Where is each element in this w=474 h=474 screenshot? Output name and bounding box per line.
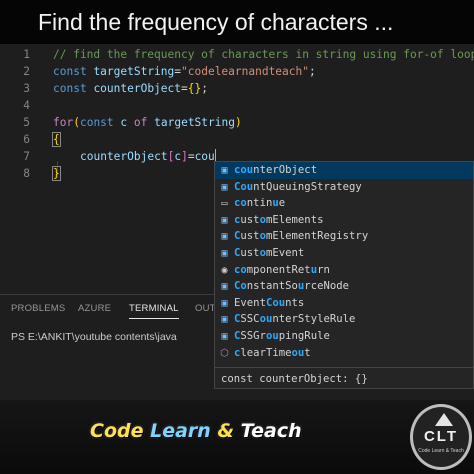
code-comment: // find the frequency of characters in s… [53,48,474,61]
variable-icon: ▣ [221,314,228,326]
suggestion-item[interactable]: ▣ CustomEvent [215,245,473,262]
operator: = [181,82,188,95]
suggestion-label: CSSGroupingRule [234,330,330,342]
function-icon: ⬡ [220,347,229,359]
keyword-icon: ▭ [221,198,228,210]
code-line-2[interactable]: 2 const targetString="codelearnandteach"… [0,63,474,80]
suggestion-item[interactable]: ▣ EventCounts [215,295,473,312]
code-line-6[interactable]: 6 { [0,131,474,148]
brace-close: } [52,166,61,181]
keyword-of: of [133,116,148,129]
logo-triangle-icon [435,413,453,426]
line-number: 2 [23,65,30,78]
logo-subtext: Code Learn & Teach [418,448,464,454]
tab-problems[interactable]: PROBLEMS [11,303,65,314]
suggestion-item[interactable]: ▣ CountQueuingStrategy [215,179,473,196]
variable-name: targetString [154,116,235,129]
operator: = [174,65,182,78]
suggestion-label: EventCounts [234,296,305,309]
variable-icon: ▣ [221,248,228,259]
suggestion-item[interactable]: ▣ CSSGroupingRule [215,328,473,345]
code-line-1[interactable]: 1 // find the frequency of characters in… [0,46,474,63]
line-number: 6 [23,133,30,146]
semicolon: ; [201,82,208,95]
suggestion-label: continue [234,197,286,210]
variable-icon: ▣ [221,214,228,226]
paren-close: ) [234,116,242,129]
suggestion-label: CountQueuingStrategy [234,180,362,193]
suggestion-label: CustomElementRegistry [234,230,369,243]
keyword-for: for [53,116,74,129]
brand-text: Code Learn & Teach [90,420,302,442]
line-number: 8 [23,167,30,180]
line-number: 1 [23,48,30,61]
suggestion-item[interactable]: ▭ continue [215,195,473,212]
keyword-const: const [79,116,114,129]
code-line-3[interactable]: 3 const counterObject={}; [0,80,474,97]
terminal-prompt[interactable]: PS E:\ANKIT\youtube contents\java [11,331,177,343]
suggestion-label: counterObject [234,164,318,176]
brand-word-learn: Learn [150,420,211,442]
suggestion-item[interactable]: ▣ CustomElementRegistry [215,228,473,245]
object-literal: {} [187,82,202,95]
variable-icon: ▣ [221,281,228,293]
suggestion-item[interactable]: ▣ customElements [215,212,473,229]
variable-icon: ▣ [221,181,228,193]
paren-open: ( [73,116,80,129]
string-literal: "codelearnandteach" [181,65,309,78]
branding-footer: Code Learn & Teach [0,400,474,474]
suggestion-item[interactable]: ▣ ConstantSourceNode [215,278,473,295]
suggestion-item[interactable]: ◉ componentReturn [215,262,473,279]
suggestion-label: componentReturn [234,263,330,276]
autocomplete-popup[interactable]: ▣ counterObject ▣ CountQueuingStrategy ▭ cont… [214,161,474,389]
suggestion-label: CSSCounterStyleRule [234,313,356,326]
suggestion-item[interactable]: ▣ CSSCounterStyleRule [215,311,473,328]
logo-text: CLT [423,428,459,445]
bracket-close: ] [181,150,188,163]
line-number: 3 [23,82,30,95]
semicolon: ; [309,65,316,78]
tab-output[interactable]: OUT [195,303,216,314]
variable-name: counterObject [80,150,168,163]
variable-icon: ▣ [221,231,228,243]
variable-icon: ▣ [221,331,228,342]
suggestion-label: clearTimeout [234,346,311,359]
variable-name: targetString [93,65,175,78]
brace-open: { [52,132,61,147]
suggestion-detail: const counterObject: {} [215,367,473,388]
video-title: Find the frequency of characters ... [0,0,474,44]
video-frame: Find the frequency of characters ... 1 /… [0,0,474,474]
variable-icon: ▣ [221,165,228,176]
tab-azure[interactable]: AZURE [78,303,111,314]
suggestion-item[interactable]: ⬡ clearTimeout [215,345,473,362]
keyword-const: const [53,65,87,78]
typed-text: cou [194,150,215,163]
property-icon: ◉ [221,264,228,276]
code-line-5[interactable]: 5 for(const c of targetString) [0,114,474,131]
code-line-4[interactable]: 4 [0,97,474,114]
tab-terminal[interactable]: TERMINAL [129,303,179,319]
brand-word-code: Code [90,420,144,442]
clt-logo: CLT Code Learn & Teach [410,404,472,470]
suggestion-label: CustomEvent [234,247,305,259]
brand-word-teach: Teach [240,420,302,442]
variable-name: counterObject [93,82,181,95]
suggestion-label: customElements [234,213,324,226]
line-number: 5 [23,116,30,129]
variable-icon: ▣ [221,297,228,309]
keyword-const: const [53,82,87,95]
line-number: 7 [23,150,30,163]
operator: = [187,150,195,163]
line-number: 4 [23,99,30,112]
suggestion-label: ConstantSourceNode [234,280,350,293]
suggestion-item[interactable]: ▣ counterObject [215,162,473,179]
brand-ampersand: & [217,420,235,442]
loop-variable: c [120,116,128,129]
